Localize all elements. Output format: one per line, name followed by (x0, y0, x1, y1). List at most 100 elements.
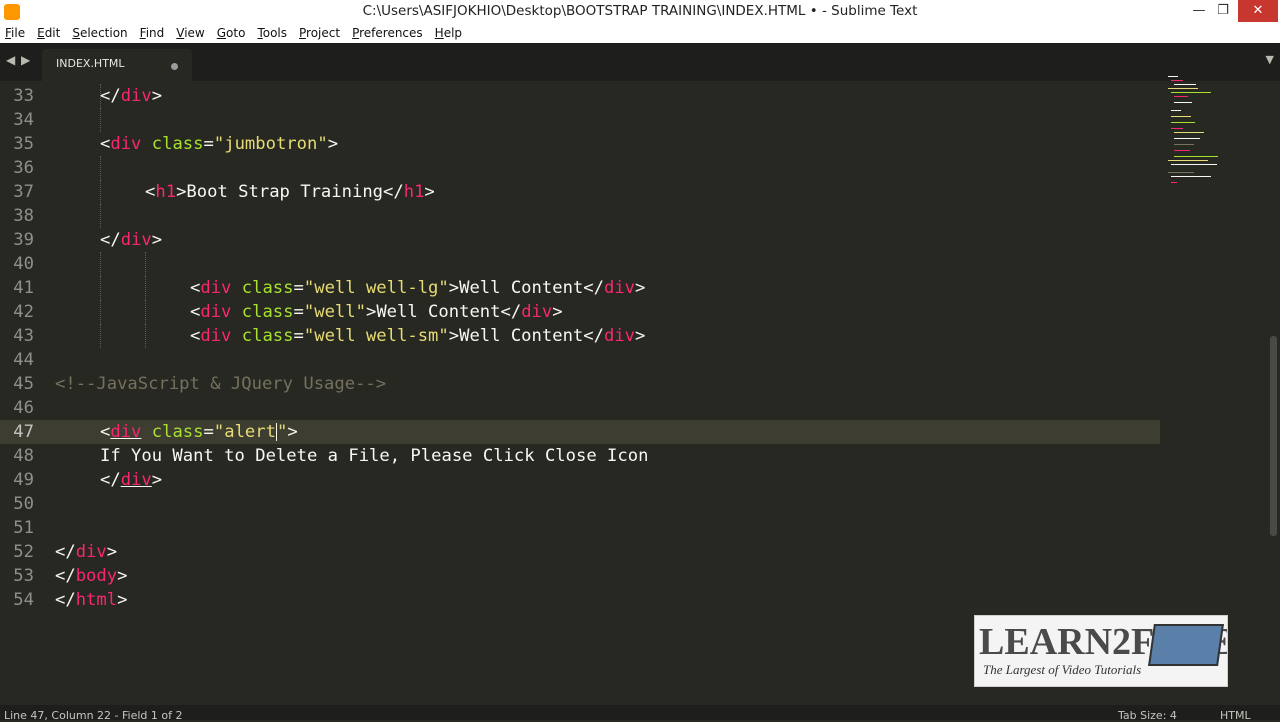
code-token: </ (100, 470, 121, 490)
line-number: 33 (13, 86, 34, 106)
minimap-line (1171, 122, 1195, 123)
minimap-line (1168, 160, 1208, 161)
code-text: <!--JavaScript & JQuery Usage--> (55, 372, 386, 396)
code-line[interactable]: 34 (0, 108, 1160, 132)
minimap-line (1174, 156, 1218, 157)
code-token: < (190, 326, 201, 346)
vertical-scrollbar[interactable] (1268, 81, 1280, 705)
line-number: 46 (13, 398, 34, 418)
code-line[interactable]: 42 <div class="well">Well Content</div> (0, 300, 1160, 324)
code-text: </div> (100, 468, 162, 492)
code-line[interactable]: 47 <div class="alert"> (0, 420, 1160, 444)
code-token: "well well-sm" (303, 326, 449, 346)
tab-bar: ◀ ▶ INDEX.HTML ▼ (0, 43, 1280, 81)
status-bar: Line 47, Column 22 - Field 1 of 2 Tab Si… (0, 705, 1280, 722)
code-line[interactable]: 50 (0, 492, 1160, 516)
tab-size[interactable]: Tab Size: 4 (1118, 709, 1177, 722)
code-line[interactable]: 37 <h1>Boot Strap Training</h1> (0, 180, 1160, 204)
indent-guide (100, 300, 101, 324)
menu-label: roject (306, 26, 341, 40)
indent-guide (145, 252, 146, 276)
line-number: 41 (13, 278, 34, 298)
menu-item[interactable]: Tools (251, 24, 293, 43)
code-token: div (120, 86, 152, 106)
menu-item[interactable]: View (170, 24, 210, 43)
minimap-line (1174, 150, 1190, 151)
code-line[interactable]: 43 <div class="well well-sm">Well Content… (0, 324, 1160, 348)
menu-item[interactable]: Preferences (346, 24, 429, 43)
scrollbar-thumb[interactable] (1270, 336, 1277, 536)
code-token: "well" (303, 302, 366, 322)
menu-label: iew (184, 26, 205, 40)
tab-index-html[interactable]: INDEX.HTML (42, 49, 192, 81)
code-text: </html> (55, 588, 127, 612)
code-token: > (327, 134, 339, 154)
indent-guide (100, 156, 101, 180)
code-token: </ (55, 566, 76, 586)
line-number: 52 (13, 542, 34, 562)
close-button[interactable]: ✕ (1238, 0, 1278, 22)
code-line[interactable]: 40 (0, 252, 1160, 276)
code-token: > (151, 470, 163, 490)
code-token: >Well Content</ (365, 302, 522, 322)
menu-label: references (359, 26, 423, 40)
menu-item[interactable]: Edit (31, 24, 66, 43)
indent-guide (100, 180, 101, 204)
menu-mnemonic: S (72, 26, 80, 40)
menu-label: ind (145, 26, 165, 40)
menu-item[interactable]: Find (134, 24, 171, 43)
code-line[interactable]: 46 (0, 396, 1160, 420)
code-line[interactable]: 39 </div> (0, 228, 1160, 252)
code-line[interactable]: 52 </div> (0, 540, 1160, 564)
code-line[interactable]: 33 </div> (0, 84, 1160, 108)
code-line[interactable]: 49 </div> (0, 468, 1160, 492)
code-token: " (276, 422, 288, 442)
code-line[interactable]: 45 <!--JavaScript & JQuery Usage--> (0, 372, 1160, 396)
code-token: </ (55, 590, 76, 610)
minimap-line (1174, 144, 1194, 145)
code-line[interactable]: 54 </html> (0, 588, 1160, 612)
code-text: </div> (55, 540, 117, 564)
unsaved-dot-icon[interactable] (171, 63, 178, 70)
menu-label: dit (44, 26, 61, 40)
code-line[interactable]: 44 (0, 348, 1160, 372)
line-number: 42 (13, 302, 34, 322)
code-line[interactable]: 36 (0, 156, 1160, 180)
menu-item[interactable]: Selection (66, 24, 133, 43)
code-line[interactable]: 41 <div class="well well-lg">Well Content… (0, 276, 1160, 300)
menu-mnemonic: P (299, 26, 307, 40)
code-token: "jumbotron" (213, 134, 328, 154)
code-token: </ (100, 86, 121, 106)
code-text: <div class="well">Well Content</div> (190, 300, 563, 324)
indent-guide (145, 276, 146, 300)
menu-item[interactable]: File (0, 24, 31, 43)
menu-item[interactable]: Project (293, 24, 346, 43)
code-line[interactable]: 35 <div class="jumbotron"> (0, 132, 1160, 156)
minimap[interactable] (1168, 76, 1248, 196)
tab-scroll-left-icon[interactable]: ◀ (6, 53, 15, 67)
line-number: 44 (13, 350, 34, 370)
code-token: </ (55, 542, 76, 562)
code-editor[interactable]: 33 </div> 34 35 <div class="jumbotron"> 36 37 <… (0, 81, 1268, 705)
code-token: > (287, 422, 298, 442)
learn2free-logo: LEARN2FREE The Largest of Video Tutorial… (974, 615, 1228, 687)
code-token: div (120, 230, 152, 250)
code-line[interactable]: 48 If You Want to Delete a File, Please C… (0, 444, 1160, 468)
syntax-mode[interactable]: HTML (1220, 709, 1251, 722)
code-line[interactable]: 38 (0, 204, 1160, 228)
menu-item[interactable]: Help (429, 24, 468, 43)
code-text: </div> (100, 228, 162, 252)
indent-guide (100, 108, 101, 132)
menu-label: elp (443, 26, 463, 40)
maximize-button[interactable]: ❐ (1208, 0, 1238, 22)
tab-scroll-right-icon[interactable]: ▶ (21, 53, 30, 67)
tab-overflow-icon[interactable]: ▼ (1266, 53, 1274, 66)
code-token: class (241, 302, 294, 322)
code-token: div (200, 278, 232, 298)
code-token: = (293, 278, 304, 298)
code-line[interactable]: 51 (0, 516, 1160, 540)
code-line[interactable]: 53 </body> (0, 564, 1160, 588)
code-text: <div class="alert"> (100, 420, 298, 444)
menu-item[interactable]: Goto (211, 24, 252, 43)
